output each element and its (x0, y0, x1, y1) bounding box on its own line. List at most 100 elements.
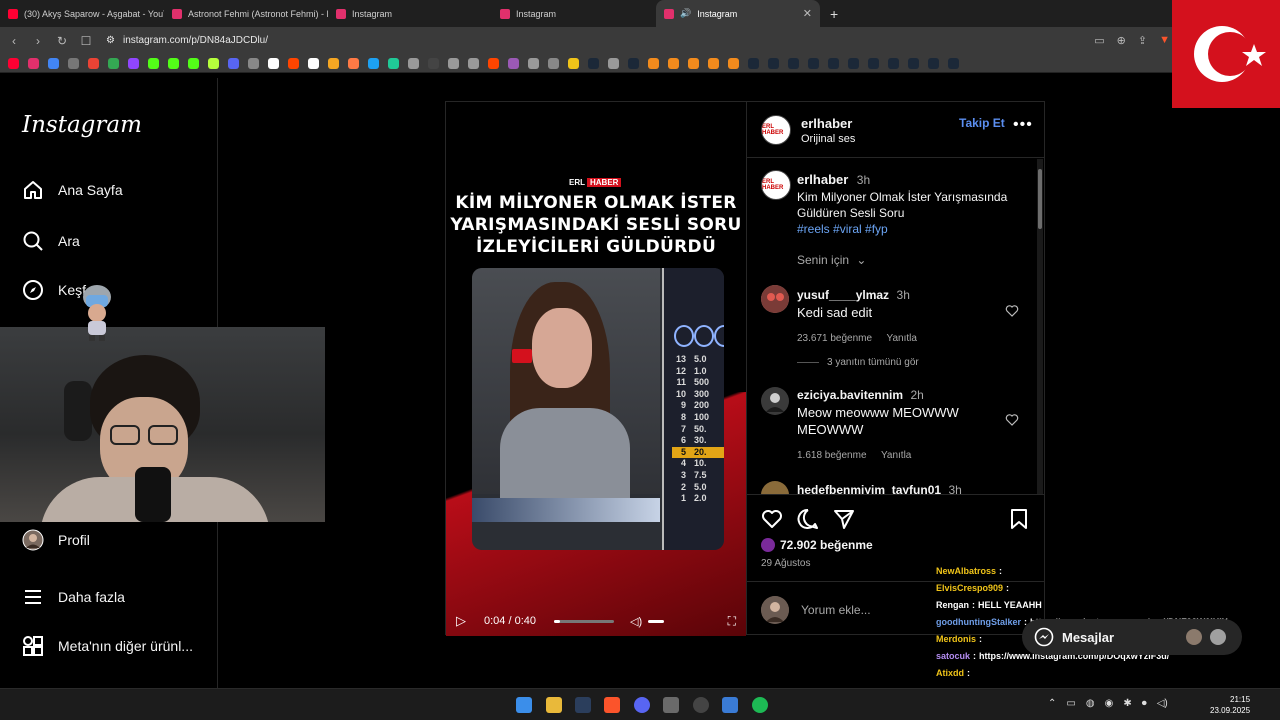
chevron-up-icon[interactable]: ⌃ (1048, 698, 1056, 709)
reel-video[interactable]: ERL HABER KİM MİLYONER OLMAK İSTER YARIŞ… (446, 102, 746, 636)
bookmark-favicon[interactable] (288, 57, 299, 69)
bookmark-favicon[interactable] (728, 57, 739, 69)
bookmark-favicon[interactable] (388, 57, 399, 69)
file-explorer-icon[interactable] (546, 697, 562, 713)
app-icon[interactable] (663, 697, 679, 713)
cast-icon[interactable]: ▭ (1094, 34, 1104, 47)
comments-scrollbar[interactable] (1037, 159, 1043, 494)
like-comment-icon[interactable] (1005, 413, 1019, 427)
bookmark-favicon[interactable] (828, 57, 839, 69)
fullscreen-icon[interactable]: ⛶ (728, 614, 736, 629)
bookmark-favicon[interactable] (808, 57, 819, 69)
network-icon[interactable]: ◍ (1086, 698, 1095, 709)
comment-likes[interactable]: 1.618 beğenme (797, 450, 867, 461)
bookmark-favicon[interactable] (208, 57, 219, 69)
audio-label[interactable]: Orijinal ses (801, 133, 855, 145)
bookmark-favicon[interactable] (928, 57, 939, 69)
like-heart-icon[interactable] (761, 508, 783, 530)
volume-icon[interactable]: ◁) (1157, 698, 1168, 709)
address-bar[interactable]: ⚙ instagram.com/p/DN84aJDCDlu/ (106, 35, 268, 46)
bookmark-favicon[interactable] (328, 57, 339, 69)
bookmark-favicon[interactable] (888, 57, 899, 69)
bookmark-favicon[interactable] (468, 57, 479, 69)
bookmark-favicon[interactable] (668, 57, 679, 69)
follow-button[interactable]: Takip Et (959, 116, 1005, 130)
sort-dropdown[interactable]: Senin için ⌄ (797, 253, 866, 267)
speaker-icon[interactable]: 🔊 (680, 8, 691, 19)
brave-shield-icon[interactable]: ▼ (1159, 34, 1170, 47)
comment-username[interactable]: yusuf____ylmaz (797, 288, 889, 302)
bookmark-favicon[interactable] (428, 57, 439, 69)
back-icon[interactable]: ‹ (4, 34, 24, 48)
bookmark-favicon[interactable] (188, 57, 199, 69)
caption-username[interactable]: erlhaber (797, 172, 848, 187)
sidebar-item-more[interactable]: Daha fazla (22, 586, 125, 608)
avatar[interactable] (761, 481, 789, 494)
likes-count[interactable]: 72.902 beğenme (780, 538, 873, 552)
volume-icon[interactable]: ◁) (630, 615, 642, 628)
bookmark-favicon[interactable] (228, 57, 239, 69)
bookmark-favicon[interactable] (748, 57, 759, 69)
bookmark-favicon[interactable] (628, 57, 639, 69)
sidebar-item-explore[interactable]: Keşf (22, 279, 86, 301)
sidebar-item-home[interactable]: Ana Sayfa (22, 179, 123, 201)
spotify-icon[interactable] (752, 697, 768, 713)
taskbar-clock[interactable]: 21:15 23.09.2025 (1210, 694, 1250, 716)
likes-row[interactable]: 72.902 beğenme (761, 538, 873, 552)
battery-icon[interactable]: ▭ (1066, 698, 1075, 709)
add-comment-input[interactable]: Yorum ekle... (801, 603, 871, 617)
bookmark-favicon[interactable] (908, 57, 919, 69)
avatar[interactable] (761, 387, 789, 415)
bookmark-favicon[interactable] (688, 57, 699, 69)
bookmark-favicon[interactable] (368, 57, 379, 69)
browser-tab[interactable]: Instagram (328, 0, 492, 27)
messages-button[interactable]: Mesajlar (1022, 619, 1242, 655)
bookmark-favicon[interactable] (508, 57, 519, 69)
brave-icon[interactable] (604, 697, 620, 713)
bookmark-favicon[interactable] (68, 57, 79, 69)
bookmark-favicon[interactable] (608, 57, 619, 69)
reload-icon[interactable]: ↻ (52, 34, 72, 48)
microphone-icon[interactable]: ⏺ (1142, 698, 1147, 709)
bookmark-favicon[interactable] (708, 57, 719, 69)
bookmark-favicon[interactable] (48, 57, 59, 69)
like-comment-icon[interactable] (1005, 304, 1019, 318)
bookmark-favicon[interactable] (88, 57, 99, 69)
bookmark-favicon[interactable] (128, 57, 139, 69)
author-username[interactable]: erlhaber (801, 116, 852, 131)
comment-username[interactable]: eziciya.bavitennim (797, 388, 903, 402)
bookmark-favicon[interactable] (448, 57, 459, 69)
site-info-icon[interactable]: ⚙ (106, 35, 115, 46)
comment-icon[interactable] (797, 508, 819, 530)
bookmark-favicon[interactable] (308, 57, 319, 69)
bookmark-favicon[interactable] (868, 57, 879, 69)
app-icon[interactable] (722, 697, 738, 713)
save-bookmark-icon[interactable] (1009, 508, 1029, 530)
bookmark-favicon[interactable] (568, 57, 579, 69)
bookmark-favicon[interactable] (768, 57, 779, 69)
bookmark-favicon[interactable] (528, 57, 539, 69)
reply-button[interactable]: Yanıtla (881, 450, 911, 461)
avatar[interactable] (761, 285, 789, 313)
bookmark-favicon[interactable] (588, 57, 599, 69)
author-avatar[interactable]: ERL HABER (761, 170, 791, 200)
share-icon[interactable] (833, 508, 855, 530)
discord-icon[interactable] (634, 697, 650, 713)
comment-likes[interactable]: 23.671 beğenme (797, 333, 872, 344)
share-icon[interactable]: ⇪ (1138, 34, 1147, 47)
reply-button[interactable]: Yanıtla (887, 333, 917, 344)
instagram-logo[interactable]: Instagram (22, 112, 142, 138)
close-tab-icon[interactable]: ✕ (803, 7, 812, 20)
browser-tab[interactable]: Instagram (492, 0, 656, 27)
new-tab-button[interactable]: + (820, 6, 848, 22)
browser-tab[interactable]: Astronot Fehmi (Astronot Fehmi) - Fi (164, 0, 328, 27)
bookmark-favicon[interactable] (108, 57, 119, 69)
url-text[interactable]: instagram.com/p/DN84aJDCDlu/ (123, 35, 268, 46)
bookmark-favicon[interactable] (248, 57, 259, 69)
bookmark-favicon[interactable] (8, 57, 19, 69)
bookmark-favicon[interactable] (548, 57, 559, 69)
bookmark-favicon[interactable] (408, 57, 419, 69)
browser-tab-active[interactable]: 🔊 Instagram ✕ (656, 0, 820, 27)
forward-icon[interactable]: › (28, 34, 48, 48)
author-avatar[interactable]: ERL HABER (761, 115, 791, 145)
